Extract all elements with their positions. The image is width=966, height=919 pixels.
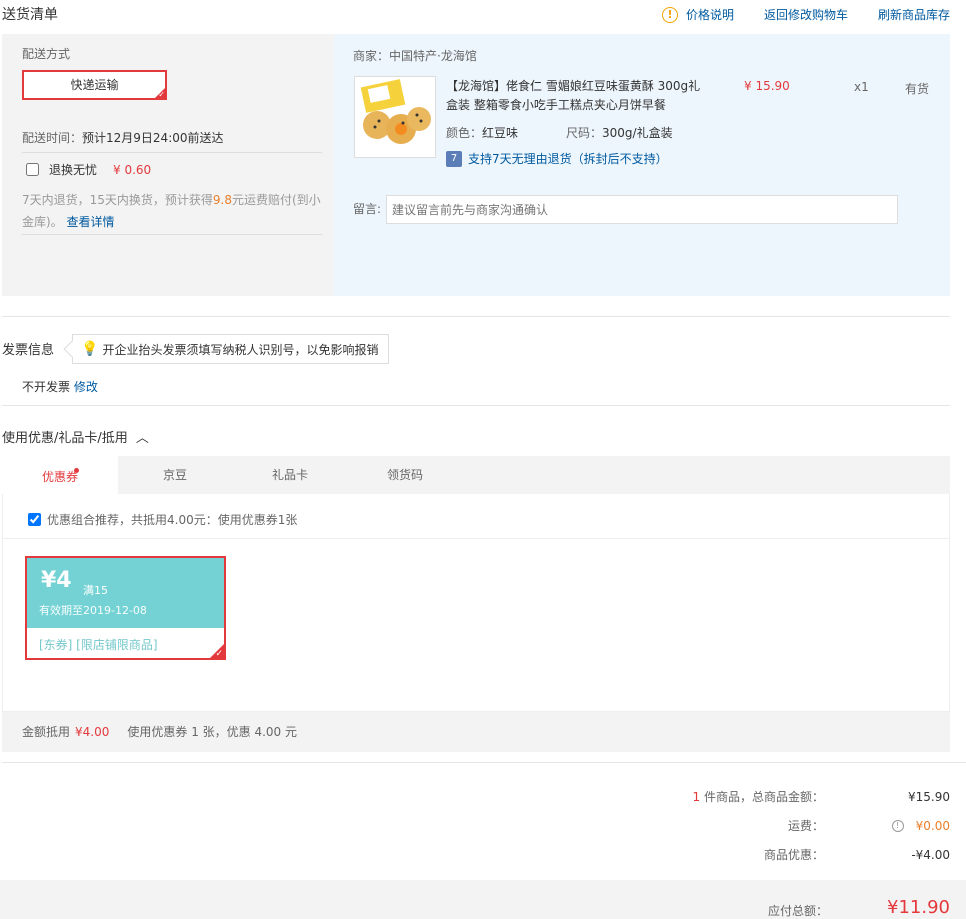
coupon-card[interactable]: ¥4 满15 有效期至2019-12-08 [东券] [限店铺限商品] ✓ [25, 556, 226, 660]
exchange-insurance-checkbox[interactable] [26, 163, 39, 176]
warning-icon: ! [661, 6, 678, 23]
merchant-name: 商家：中国特产·龙海馆 [353, 49, 477, 63]
invoice-tip-text: 开企业抬头发票须填写纳税人识别号，以免影响报销 [102, 342, 379, 357]
view-details-link[interactable]: 查看详情 [67, 215, 115, 229]
exchange-insurance-price: ¥ 0.60 [113, 162, 152, 177]
shipping-method-button[interactable]: 快递运输 ✓ [22, 70, 167, 100]
product-size: 尺码：300g/礼盒装 [566, 124, 673, 141]
combo-recommendation: 优惠组合推荐，共抵用4.00元：使用优惠券1张 [28, 511, 297, 528]
notification-dot [74, 468, 79, 473]
goods-label-text: 件商品，总商品金额： [700, 790, 824, 804]
goods-total-label: 1 件商品，总商品金额： [524, 788, 824, 805]
coupon-header: ¥4 满15 有效期至2019-12-08 [27, 558, 224, 628]
return-7day-icon: 7 [446, 150, 462, 167]
header-links: ! 价格说明 返回修改购物车 刷新商品库存 [661, 6, 950, 23]
coupon-condition: 满15 [83, 584, 108, 597]
desc-text: 7天内退货，15天内换货，预计获得 [22, 193, 213, 207]
grand-total-value: ¥11.90 [887, 897, 950, 918]
discount-total-row: 商品优惠： -¥4.00 [524, 846, 950, 863]
back-to-cart-link[interactable]: 返回修改购物车 [764, 6, 848, 23]
color-label: 颜色： [446, 126, 483, 140]
invoice-value: 不开发票 修改 [22, 378, 98, 395]
invoice-tooltip: 💡 开企业抬头发票须填写纳税人识别号，以免影响报销 [63, 334, 390, 364]
note-label: 留言: [353, 202, 382, 216]
size-label: 尺码： [566, 126, 603, 140]
goods-total-value: ¥15.90 [908, 789, 950, 804]
delivery-panel: 配送方式 快递运输 ✓ 配送时间：预计12月9日24:00前送达 退换无忧 ¥ … [2, 34, 334, 296]
invoice-title: 发票信息 [2, 343, 55, 358]
shipping-fee-value: ¥0.00 [915, 818, 950, 833]
tooltip-arrow [63, 340, 81, 358]
discount-section-toggle[interactable]: 使用优惠/礼品卡/抵用 ︿ [2, 427, 149, 446]
divider [2, 316, 950, 317]
return-policy-text: 支持7天无理由退货（拆封后不支持） [468, 152, 668, 166]
summary-amount: ¥4.00 [75, 725, 110, 739]
goods-total-row: 1 件商品，总商品金额： ¥15.90 [524, 788, 950, 805]
coupon-panel: 优惠组合推荐，共抵用4.00元：使用优惠券1张 ¥4 满15 有效期至2019-… [2, 494, 950, 712]
divider [22, 152, 322, 153]
product-stock-status: 有货 [905, 82, 930, 96]
tab-coupons-label: 优惠券 [41, 470, 78, 484]
shipping-method-label: 快递运输 [70, 78, 119, 92]
discount-summary: 金额抵用 ¥4.00 使用优惠券 1 张，优惠 4.00 元 [2, 712, 950, 752]
divider [2, 405, 950, 406]
delivery-time: 配送时间：预计12月9日24:00前送达 [22, 129, 224, 146]
exchange-insurance-desc: 7天内退货，15天内换货，预计获得9.8元运费赔付(到小金库)。 查看详情 [22, 189, 322, 233]
invoice-modify-link[interactable]: 修改 [74, 380, 98, 394]
product-thumbnail[interactable] [354, 76, 436, 158]
page-title: 送货清单 [2, 7, 58, 23]
tab-gift-card[interactable]: 礼品卡 [232, 456, 348, 494]
grand-total-label: 应付总额： [768, 904, 829, 918]
tab-redeem-code[interactable]: 领货码 [348, 456, 462, 494]
divider [3, 538, 949, 539]
lightbulb-icon: 💡 [81, 341, 99, 357]
coupon-amount: ¥4 [41, 568, 72, 593]
return-policy[interactable]: 7 支持7天无理由退货（拆封后不支持） [446, 150, 668, 167]
product-panel: 商家：中国特产·龙海馆 【龙海馆】佬食仁 雪媚娘红豆味蛋黄酥 300g礼盒装 整… [334, 34, 950, 296]
invoice-type: 不开发票 [22, 380, 71, 394]
delivery-time-label: 配送时间： [22, 131, 83, 145]
price-note-link[interactable]: ! 价格说明 [661, 6, 734, 23]
product-price: ¥ 15.90 [744, 79, 790, 93]
delivery-method-label: 配送方式 [22, 47, 71, 61]
note-input[interactable] [386, 195, 898, 224]
desc-amount: 9.8 [212, 193, 232, 207]
combo-text: 优惠组合推荐，共抵用4.00元：使用优惠券1张 [47, 513, 298, 527]
price-note-label: 价格说明 [685, 8, 734, 22]
product-quantity: x1 [854, 80, 869, 94]
summary-label: 金额抵用 [22, 725, 71, 739]
tab-coupons[interactable]: 优惠券 [2, 456, 118, 494]
tab-jingdou[interactable]: 京豆 [118, 456, 232, 494]
delivery-time-value: 预计12月9日24:00前送达 [82, 131, 224, 145]
shipping-fee-row: 运费： ! ¥0.00 [524, 817, 950, 834]
discount-total-value: -¥4.00 [911, 847, 950, 862]
exchange-insurance-label: 退换无忧 [49, 163, 98, 177]
check-icon: ✓ [215, 649, 223, 659]
refresh-stock-link[interactable]: 刷新商品库存 [878, 6, 950, 23]
exchange-insurance-option: 退换无忧 ¥ 0.60 [26, 161, 151, 178]
product-name-link[interactable]: 【龙海馆】佬食仁 雪媚娘红豆味蛋黄酥 300g礼盒装 整箱零食小吃手工糕点夹心月… [446, 77, 701, 115]
coupon-tags: [东券] [限店铺限商品] [39, 638, 158, 652]
coupon-expiry: 有效期至2019-12-08 [39, 604, 147, 617]
discount-title: 使用优惠/礼品卡/抵用 [2, 431, 128, 446]
divider [2, 762, 966, 763]
discount-tabs: 优惠券 京豆 礼品卡 领货码 [2, 456, 950, 494]
product-color: 颜色：红豆味 [446, 124, 518, 141]
divider [22, 234, 322, 235]
combo-checkbox[interactable] [28, 513, 41, 526]
discount-total-label: 商品优惠： [763, 848, 824, 862]
check-icon: ✓ [158, 90, 165, 99]
size-value: 300g/礼盒装 [602, 126, 673, 140]
color-value: 红豆味 [482, 126, 519, 140]
info-icon[interactable]: ! [891, 819, 904, 832]
shipping-fee-label: 运费： [787, 819, 824, 833]
shipping-fee-cell: ! ¥0.00 [824, 819, 950, 833]
summary-text: 使用优惠券 1 张，优惠 4.00 元 [127, 725, 297, 739]
chevron-up-icon: ︿ [135, 431, 149, 446]
grand-total-bar: 应付总额： ¥11.90 [0, 880, 966, 919]
